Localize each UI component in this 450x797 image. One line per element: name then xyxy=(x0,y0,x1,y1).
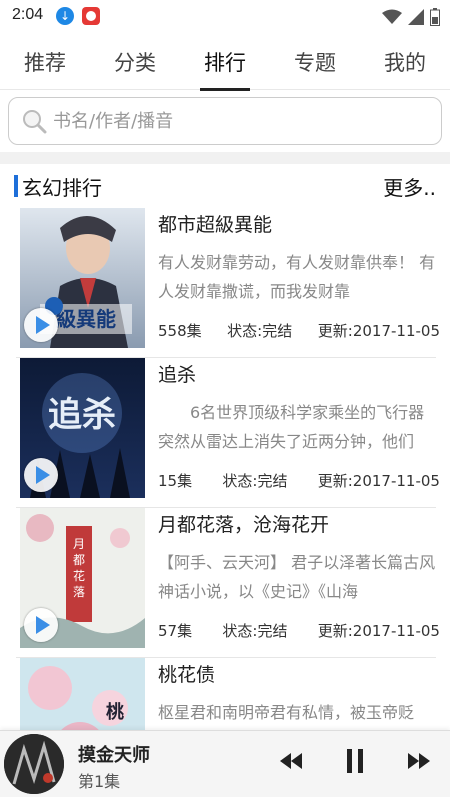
player-title: 摸金天师 xyxy=(78,745,150,766)
play-badge-icon[interactable] xyxy=(24,608,58,642)
more-link[interactable]: 更多.. xyxy=(383,172,436,201)
player-cover[interactable] xyxy=(4,734,64,794)
update-date: 更新:2017-11-05 xyxy=(317,472,440,490)
mini-player[interactable]: 摸金天师 第1集 xyxy=(0,730,450,797)
status-icons xyxy=(382,7,440,27)
svg-text:月: 月 xyxy=(73,537,85,551)
book-status: 状态:完结 xyxy=(222,472,288,490)
app-notification-icon xyxy=(82,7,100,25)
book-meta: 57集 状态:完结 更新:2017-11-05 xyxy=(158,620,440,641)
status-time: 2:04 xyxy=(12,6,44,23)
book-meta: 558集 状态:完结 更新:2017-11-05 xyxy=(158,320,440,341)
episode-count: 558集 xyxy=(158,322,202,340)
top-tabs: 推荐 分类 排行 专题 我的 xyxy=(0,34,450,91)
book-status: 状态:完结 xyxy=(227,322,293,340)
player-cover-art xyxy=(4,734,64,794)
book-item[interactable]: 追杀 追杀 6名世界顶级科学家乘坐的飞行器突然从雷达上消失了近两分钟，他们 15… xyxy=(16,358,440,508)
svg-text:都: 都 xyxy=(73,553,85,567)
section-title: 玄幻排行 xyxy=(22,176,102,200)
search-input[interactable] xyxy=(53,110,413,132)
book-title: 追杀 xyxy=(158,364,197,386)
book-status: 状态:完结 xyxy=(222,622,288,640)
book-list: 級異能 都市超級異能 有人发财靠劳动，有人发财靠供奉！ 有人发财靠撒谎，而我发财… xyxy=(0,208,450,797)
search-icon xyxy=(23,110,47,134)
svg-text:落: 落 xyxy=(73,585,85,599)
tab-ranking[interactable]: 排行 xyxy=(200,47,250,91)
book-cover[interactable]: 級異能 xyxy=(20,208,145,348)
book-title: 月都花落，沧海花开 xyxy=(158,514,330,536)
book-item[interactable]: 月 都 花 落 月都花落，沧海花开 【阿手、云天河】 君子以泽著长篇古风神话小说… xyxy=(16,508,440,658)
svg-text:追杀: 追杀 xyxy=(48,395,116,435)
status-bar: 2:04 ↓ xyxy=(0,0,450,34)
next-icon[interactable] xyxy=(408,751,430,771)
book-description: 【阿手、云天河】 君子以泽著长篇古风神话小说，以《史记》《山海 xyxy=(158,553,436,601)
pause-icon[interactable] xyxy=(345,749,365,773)
tab-mine[interactable]: 我的 xyxy=(380,47,430,77)
player-episode: 第1集 xyxy=(78,772,121,791)
episode-count: 15集 xyxy=(158,472,193,490)
book-description: 有人发财靠劳动，有人发财靠供奉！ 有人发财靠撒谎，而我发财靠 xyxy=(158,253,436,301)
tab-category[interactable]: 分类 xyxy=(110,47,160,77)
book-cover[interactable]: 追杀 xyxy=(20,358,145,498)
book-description: 6名世界顶级科学家乘坐的飞行器突然从雷达上消失了近两分钟，他们 xyxy=(158,403,425,451)
book-title: 都市超級異能 xyxy=(158,214,273,236)
book-cover[interactable]: 月 都 花 落 xyxy=(20,508,145,648)
previous-icon[interactable] xyxy=(280,751,302,771)
play-badge-icon[interactable] xyxy=(24,458,58,492)
svg-text:級異能: 級異能 xyxy=(56,307,116,331)
episode-count: 57集 xyxy=(158,622,193,640)
wifi-icon xyxy=(382,9,402,24)
book-title: 桃花债 xyxy=(158,664,216,686)
book-item[interactable]: 級異能 都市超級異能 有人发财靠劳动，有人发财靠供奉！ 有人发财靠撒谎，而我发财… xyxy=(16,208,440,358)
section-accent-bar xyxy=(14,175,18,197)
signal-icon xyxy=(408,9,424,25)
section-header: 玄幻排行 更多.. xyxy=(0,168,450,204)
search-box[interactable] xyxy=(8,97,442,145)
tab-recommend[interactable]: 推荐 xyxy=(20,47,70,77)
book-meta: 15集 状态:完结 更新:2017-11-05 xyxy=(158,470,440,491)
battery-icon xyxy=(430,8,440,26)
update-date: 更新:2017-11-05 xyxy=(317,322,440,340)
svg-text:花: 花 xyxy=(73,568,85,583)
svg-text:桃: 桃 xyxy=(106,701,124,723)
update-date: 更新:2017-11-05 xyxy=(317,622,440,640)
section-divider xyxy=(0,152,450,164)
tab-topics[interactable]: 专题 xyxy=(290,47,340,77)
download-icon: ↓ xyxy=(56,7,74,25)
play-badge-icon[interactable] xyxy=(24,308,58,342)
